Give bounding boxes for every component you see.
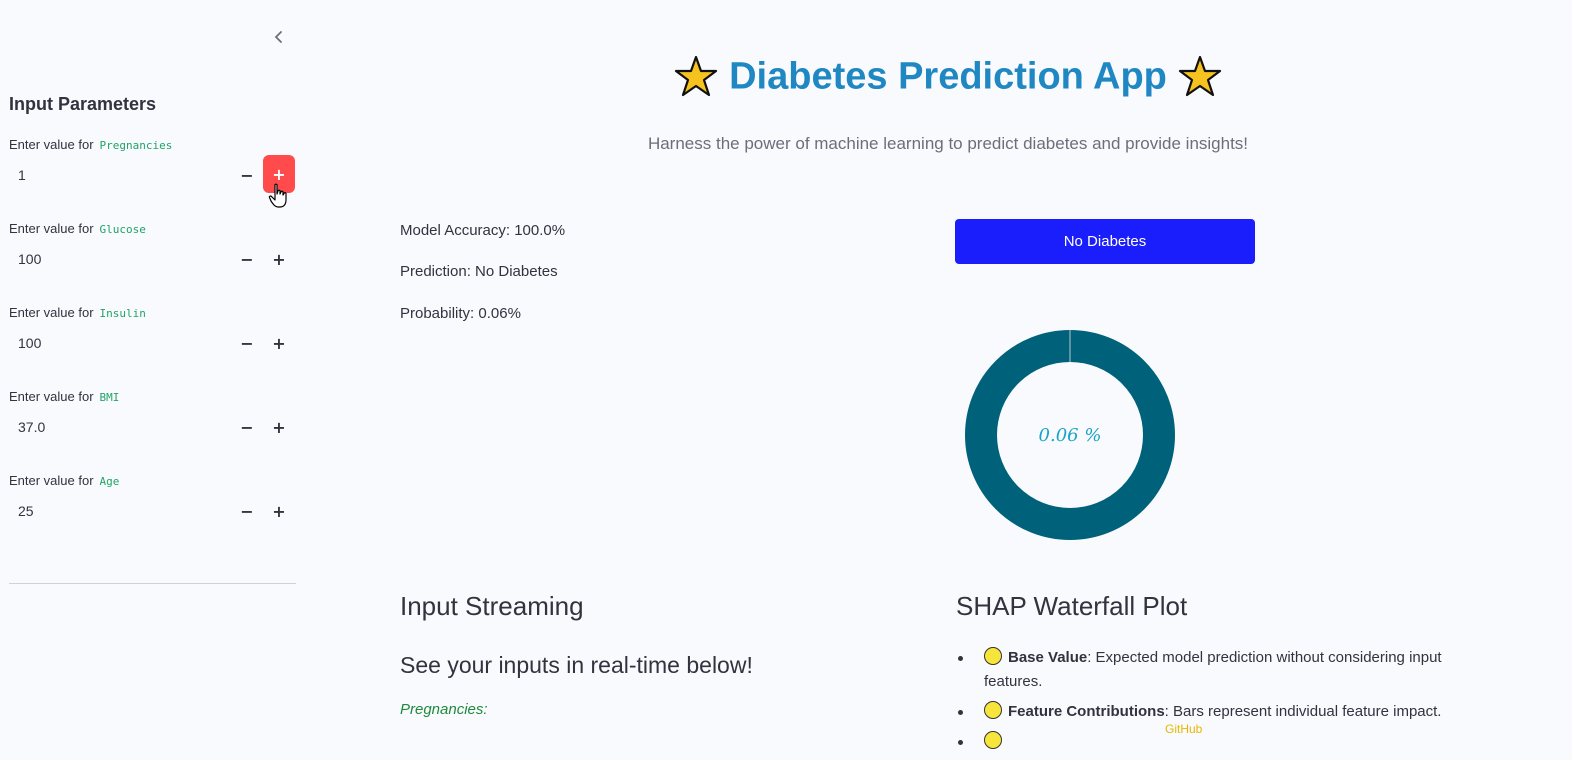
param-bmi: Enter value for BMI 37.0 − + — [9, 389, 296, 449]
sidebar: Input Parameters Enter value for Pregnanc… — [0, 0, 305, 736]
github-link[interactable]: GitHub — [1165, 722, 1202, 736]
glucose-decrement-button[interactable]: − — [231, 241, 263, 277]
param-label: Enter value for Glucose — [9, 221, 146, 236]
donut-center-label: 0.06 % — [1039, 425, 1102, 446]
model-accuracy-text: Model Accuracy: 100.0% — [400, 222, 566, 239]
page-subtitle: Harness the power of machine learning to… — [647, 134, 1249, 153]
param-glucose: Enter value for Glucose 100 − + — [9, 221, 296, 281]
param-age: Enter value for Age 25 − + — [9, 473, 296, 533]
prediction-result-button[interactable]: No Diabetes — [955, 219, 1255, 264]
insulin-input[interactable]: 100 − + — [9, 325, 296, 361]
age-input[interactable]: 25 − + — [9, 493, 296, 529]
pregnancies-value[interactable]: 1 — [18, 167, 26, 183]
yellow-circle-icon — [984, 647, 1002, 665]
yellow-circle-icon — [984, 701, 1002, 719]
probability-donut-chart: 0.06 % — [965, 330, 1175, 540]
pregnancies-input[interactable]: 1 − + — [9, 155, 296, 193]
glucose-increment-button[interactable]: + — [263, 241, 295, 277]
age-value[interactable]: 25 — [18, 503, 34, 519]
list-item: Feature Contributions: Bars represent in… — [956, 700, 1486, 724]
shap-explanation-list: Base Value: Expected model prediction wi… — [956, 646, 1486, 760]
param-label: Enter value for Insulin — [9, 305, 146, 320]
bmi-value[interactable]: 37.0 — [18, 419, 45, 435]
title-text: Diabetes Prediction App — [729, 55, 1167, 98]
pregnancies-decrement-button[interactable]: − — [231, 157, 263, 193]
insulin-increment-button[interactable]: + — [263, 325, 295, 361]
param-label: Enter value for BMI — [9, 389, 120, 404]
shap-heading: SHAP Waterfall Plot — [956, 591, 1188, 621]
collapse-sidebar-icon[interactable] — [268, 26, 290, 48]
bmi-increment-button[interactable]: + — [263, 409, 295, 445]
hand-pointer-cursor-icon — [268, 183, 287, 208]
streaming-subheading: See your inputs in real-time below! — [400, 652, 753, 678]
param-pregnancies: Enter value for Pregnancies 1 − + — [9, 137, 296, 197]
page-title: Diabetes Prediction App — [400, 54, 1496, 100]
sidebar-divider — [9, 583, 296, 584]
glucose-value[interactable]: 100 — [18, 251, 41, 267]
sidebar-title: Input Parameters — [9, 94, 157, 114]
age-increment-button[interactable]: + — [263, 493, 295, 529]
insulin-decrement-button[interactable]: − — [231, 325, 263, 361]
probability-text: Probability: 0.06% — [400, 305, 521, 322]
yellow-circle-icon — [984, 731, 1002, 749]
star-icon — [1178, 55, 1221, 97]
star-icon — [675, 55, 718, 97]
bmi-decrement-button[interactable]: − — [231, 409, 263, 445]
param-insulin: Enter value for Insulin 100 − + — [9, 305, 296, 365]
glucose-input[interactable]: 100 − + — [9, 241, 296, 277]
bmi-input[interactable]: 37.0 − + — [9, 409, 296, 445]
stream-pregnancies-label: Pregnancies: — [400, 701, 488, 718]
param-label: Enter value for Pregnancies — [9, 137, 173, 152]
input-streaming-heading: Input Streaming — [400, 591, 584, 621]
list-item — [956, 730, 1486, 754]
param-label: Enter value for Age — [9, 473, 120, 488]
list-item: Base Value: Expected model prediction wi… — [956, 646, 1486, 694]
age-decrement-button[interactable]: − — [231, 493, 263, 529]
insulin-value[interactable]: 100 — [18, 335, 41, 351]
prediction-text: Prediction: No Diabetes — [400, 263, 558, 280]
